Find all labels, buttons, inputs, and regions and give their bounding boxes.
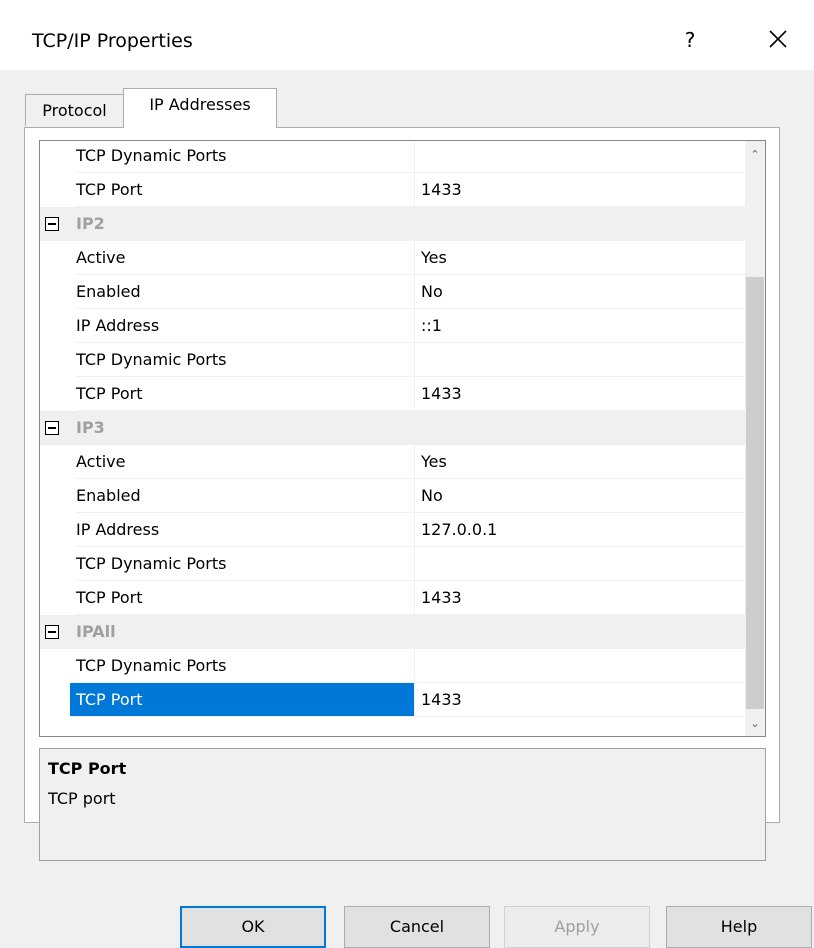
property-row[interactable]: TCP Port 1433 xyxy=(40,173,745,207)
help-icon[interactable]: ? xyxy=(678,26,702,54)
property-name[interactable]: TCP Port xyxy=(76,377,414,411)
property-grid: TCP Dynamic Ports TCP Port 1433 IP2 Active Ye… xyxy=(39,140,766,737)
scroll-up-icon[interactable]: ⌃ xyxy=(745,145,765,165)
tab-ip-addresses[interactable]: IP Addresses xyxy=(123,88,277,128)
property-row[interactable]: IP Address::1 xyxy=(40,309,745,343)
property-value[interactable] xyxy=(414,547,745,581)
category-label: IP2 xyxy=(76,214,105,233)
close-icon[interactable] xyxy=(764,25,792,53)
collapse-icon[interactable] xyxy=(45,421,59,435)
category-row-ip2[interactable]: IP2 xyxy=(40,207,745,241)
vertical-scrollbar[interactable]: ⌃ ⌄ xyxy=(745,141,765,736)
property-value[interactable]: 127.0.0.1 xyxy=(414,513,745,547)
apply-button[interactable]: Apply xyxy=(504,906,650,948)
property-name[interactable]: Active xyxy=(76,445,414,479)
property-row[interactable]: Active Yes xyxy=(40,445,745,479)
property-name[interactable]: IP Address xyxy=(76,513,414,547)
title-bar: TCP/IP Properties ? xyxy=(0,0,814,70)
property-value[interactable] xyxy=(414,141,745,173)
tab-panel-ip-addresses: TCP Dynamic Ports TCP Port 1433 IP2 Active Ye… xyxy=(24,127,780,861)
property-description: TCP Port TCP port xyxy=(39,748,766,861)
description-title: TCP Port xyxy=(48,759,127,778)
property-value[interactable]: ::1 xyxy=(414,309,745,343)
property-row[interactable]: Active Yes xyxy=(40,241,745,275)
property-value[interactable] xyxy=(414,343,745,377)
property-value[interactable]: 1433 xyxy=(414,377,745,411)
property-value[interactable]: No xyxy=(414,479,745,513)
property-row[interactable]: TCP Dynamic Ports xyxy=(40,547,745,581)
property-name[interactable]: TCP Dynamic Ports xyxy=(76,547,414,581)
property-value[interactable]: 1433 xyxy=(414,683,745,717)
property-row[interactable]: TCP Dynamic Ports xyxy=(40,343,745,377)
property-name[interactable]: TCP Port xyxy=(70,683,414,717)
tab-protocol[interactable]: Protocol xyxy=(25,94,124,126)
property-row[interactable]: TCP Port 1433 xyxy=(40,581,745,615)
window-title: TCP/IP Properties xyxy=(32,30,193,52)
scroll-down-icon[interactable]: ⌄ xyxy=(745,714,765,734)
property-name[interactable]: TCP Dynamic Ports xyxy=(76,649,414,683)
property-row[interactable]: Enabled No xyxy=(40,275,745,309)
cancel-button[interactable]: Cancel xyxy=(344,906,490,948)
property-name[interactable]: TCP Port xyxy=(76,581,414,615)
category-row-ip3[interactable]: IP3 xyxy=(40,411,745,445)
property-value[interactable] xyxy=(414,649,745,683)
collapse-icon[interactable] xyxy=(45,217,59,231)
category-label: IPAll xyxy=(76,622,116,641)
property-value[interactable]: 1433 xyxy=(414,173,745,207)
property-name[interactable]: Enabled xyxy=(76,479,414,513)
property-value[interactable]: No xyxy=(414,275,745,309)
property-row[interactable]: IP Address 127.0.0.1 xyxy=(40,513,745,547)
property-row[interactable]: TCP Port 1433 xyxy=(40,377,745,411)
property-name[interactable]: Active xyxy=(76,241,414,275)
property-row[interactable]: Enabled No xyxy=(40,479,745,513)
property-row[interactable]: TCP Port 1433 xyxy=(40,683,745,717)
property-name[interactable]: IP Address xyxy=(76,309,414,343)
property-value[interactable]: 1433 xyxy=(414,581,745,615)
category-row-ipall[interactable]: IPAll xyxy=(40,615,745,649)
property-name[interactable]: TCP Dynamic Ports xyxy=(76,343,414,377)
property-row[interactable]: TCP Dynamic Ports xyxy=(40,141,745,173)
property-name[interactable]: Enabled xyxy=(76,275,414,309)
dialog-body: Protocol IP Addresses TCP Dynamic Ports T… xyxy=(0,70,814,948)
property-value[interactable]: Yes xyxy=(414,445,745,479)
property-name[interactable]: TCP Port xyxy=(76,173,414,207)
property-grid-rows: TCP Dynamic Ports TCP Port 1433 IP2 Active Ye… xyxy=(40,141,745,736)
description-text: TCP port xyxy=(48,789,116,808)
collapse-icon[interactable] xyxy=(45,625,59,639)
ok-button[interactable]: OK xyxy=(180,906,326,948)
property-row[interactable]: TCP Dynamic Ports xyxy=(40,649,745,683)
property-name[interactable]: TCP Dynamic Ports xyxy=(76,141,414,173)
property-value[interactable]: Yes xyxy=(414,241,745,275)
scroll-thumb[interactable] xyxy=(746,277,764,709)
help-button[interactable]: Help xyxy=(666,906,812,948)
category-label: IP3 xyxy=(76,418,105,437)
